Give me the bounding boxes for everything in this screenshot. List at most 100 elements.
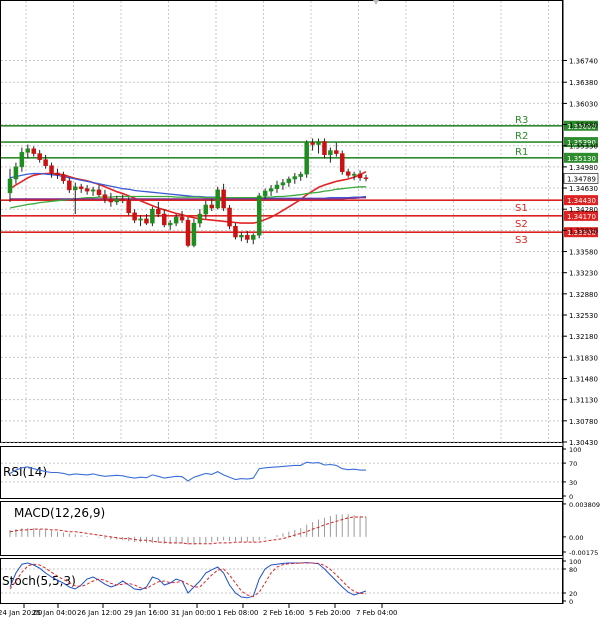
price-tick-label: 1.36380 bbox=[569, 79, 598, 87]
candle-body bbox=[203, 204, 209, 215]
candle-body bbox=[78, 186, 84, 189]
chart-canvas: R31.35660R21.35390R11.35130S11.34430S21.… bbox=[0, 0, 600, 617]
candle-body bbox=[274, 184, 280, 189]
candle-body bbox=[286, 178, 292, 183]
candle-body bbox=[304, 142, 309, 175]
level-price-label: 1.34430 bbox=[567, 197, 596, 205]
stoch-axis-tick-label: 0 bbox=[569, 598, 573, 606]
candle-body bbox=[280, 182, 286, 186]
candle-body bbox=[120, 198, 125, 201]
stoch-axis-tick-label: 100 bbox=[569, 558, 581, 566]
candle-body bbox=[298, 173, 303, 177]
candle-body bbox=[132, 212, 137, 221]
time-tick-label: 26 Jan 12:00 bbox=[77, 609, 121, 617]
candle-body bbox=[357, 173, 363, 179]
price-tick-label: 1.31130 bbox=[569, 397, 598, 405]
candle-body bbox=[138, 218, 143, 221]
candle-body bbox=[49, 165, 54, 174]
stoch-axis-tick-label: 20 bbox=[569, 590, 577, 598]
price-tick-label: 1.36740 bbox=[569, 57, 598, 65]
macd-axis-tick-label: 0.003809 bbox=[569, 501, 600, 509]
candle-body bbox=[37, 153, 42, 160]
rsi-axis-tick-label: 0 bbox=[569, 493, 573, 501]
trading-chart: R3 1.35660 R2 1.35390 R1 1.35130 S1 1.34430 S2 1.… bbox=[0, 0, 600, 619]
candle-body bbox=[221, 189, 226, 209]
price-tick-label: 1.30780 bbox=[569, 418, 598, 426]
price-tick-label: 1.34980 bbox=[569, 164, 598, 172]
price-tick-label: 1.35330 bbox=[569, 143, 598, 151]
candle-body bbox=[126, 200, 131, 214]
candle-body bbox=[363, 177, 369, 180]
candle-body bbox=[328, 150, 333, 156]
time-tick-label: 31 Jan 00:00 bbox=[171, 609, 215, 617]
price-tick-label: 1.31480 bbox=[569, 376, 598, 384]
level-name-r3: R3 bbox=[515, 115, 528, 126]
candle-body bbox=[345, 171, 351, 176]
time-tick-label: 1 Feb 08:00 bbox=[217, 609, 258, 617]
candle-body bbox=[31, 148, 36, 154]
candle-body bbox=[322, 141, 327, 156]
time-tick-label: 5 Feb 20:00 bbox=[309, 609, 350, 617]
price-tick-label: 1.33930 bbox=[569, 227, 598, 235]
candle-body bbox=[173, 216, 179, 224]
candle-body bbox=[25, 148, 31, 153]
level-name-s2: S2 bbox=[515, 219, 528, 230]
candle-body bbox=[351, 173, 357, 176]
price-tick-label: 1.35680 bbox=[569, 122, 598, 130]
level-name-s3: S3 bbox=[515, 235, 528, 246]
rsi-axis-tick-label: 30 bbox=[569, 479, 577, 487]
candle-body bbox=[239, 234, 244, 238]
candle-body bbox=[209, 204, 214, 209]
rsi-panel-frame bbox=[0, 446, 563, 499]
candle-body bbox=[185, 219, 191, 246]
time-axis: 24 Jan 20:0025 Jan 04:00 26 Jan 12:00 29 J… bbox=[0, 604, 397, 617]
macd-axis-tick-label: 0.00 bbox=[569, 534, 583, 542]
candle-body bbox=[251, 234, 256, 240]
candle-body bbox=[43, 159, 48, 166]
candle-body bbox=[156, 208, 161, 215]
candle-body bbox=[73, 186, 78, 191]
candle-body bbox=[90, 189, 96, 192]
price-tick-label: 1.34280 bbox=[569, 206, 598, 214]
price-tick-label: 1.31830 bbox=[569, 354, 598, 362]
price-tick-label: 1.33580 bbox=[569, 249, 598, 257]
candle-body bbox=[61, 174, 66, 182]
candle-body bbox=[162, 213, 167, 226]
price-tick-label: 1.32180 bbox=[569, 333, 598, 341]
rsi-axis-tick-label: 100 bbox=[569, 446, 581, 454]
price-tick-label: 1.32880 bbox=[569, 291, 598, 299]
candle-body bbox=[167, 222, 173, 226]
candle-body bbox=[227, 207, 232, 227]
candle-body bbox=[179, 216, 185, 221]
candle-body bbox=[245, 234, 250, 240]
price-axis: 1.36740 1.36380 1.36030 1.35680 1.35330 1.349… bbox=[563, 57, 599, 447]
stoch-axis-tick-label: 80 bbox=[569, 566, 577, 574]
price-tick-label: 1.36030 bbox=[569, 100, 598, 108]
current-price-label: 1.34789 bbox=[567, 175, 596, 183]
candle-body bbox=[7, 178, 13, 194]
price-panel-frame bbox=[0, 0, 563, 443]
candle-body bbox=[150, 208, 155, 224]
candle-body bbox=[197, 213, 203, 224]
level-name-s1: S1 bbox=[515, 203, 528, 214]
candle-body bbox=[84, 188, 90, 192]
candle-body bbox=[334, 150, 339, 154]
candle-body bbox=[310, 142, 315, 145]
candle-body bbox=[262, 190, 268, 197]
candle-body bbox=[67, 180, 72, 191]
price-tick-label: 1.32530 bbox=[569, 312, 598, 320]
candle-body bbox=[96, 189, 102, 195]
macd-axis-tick-label: -0.00175 bbox=[569, 549, 598, 557]
macd-title: MACD(12,26,9) bbox=[14, 506, 105, 520]
time-tick-label: 29 Jan 16:00 bbox=[124, 609, 168, 617]
candle-body bbox=[268, 188, 274, 192]
candle-body bbox=[114, 198, 120, 203]
price-tick-label: 1.34630 bbox=[569, 185, 598, 193]
candle-body bbox=[108, 198, 114, 203]
price-tick-label: 1.33230 bbox=[569, 270, 598, 278]
time-tick-label: 25 Jan 04:00 bbox=[32, 609, 76, 617]
candle-body bbox=[144, 218, 149, 224]
time-tick-label: 2 Feb 16:00 bbox=[263, 609, 304, 617]
candle-body bbox=[19, 152, 25, 168]
candle-body bbox=[13, 166, 19, 180]
